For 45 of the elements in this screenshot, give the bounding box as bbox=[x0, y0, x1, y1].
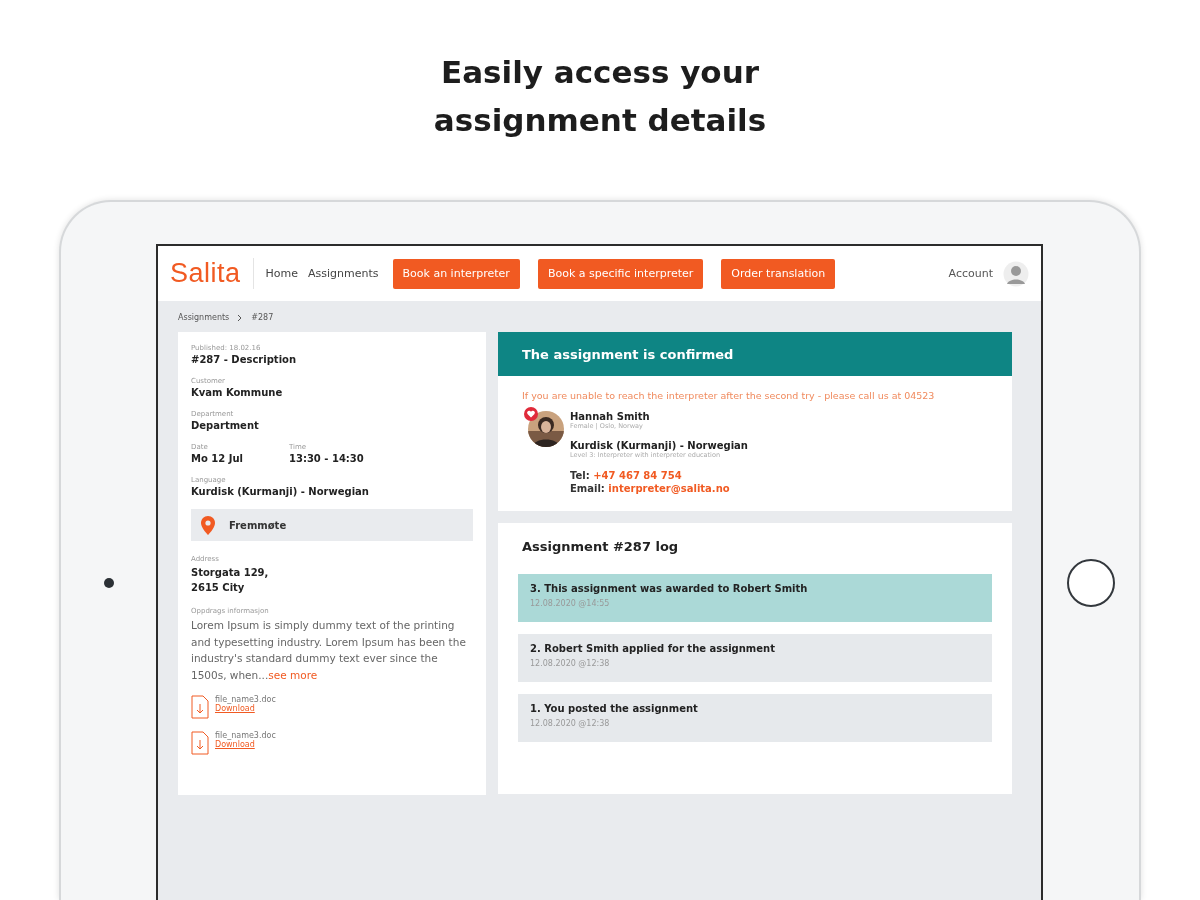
file-download-icon bbox=[191, 731, 209, 755]
field-value: Department bbox=[191, 420, 260, 431]
field-value: Mo 12 Jul bbox=[191, 453, 244, 464]
account-link[interactable]: Account bbox=[948, 267, 993, 280]
chevron-right-icon bbox=[237, 313, 244, 322]
email-label: Email: bbox=[570, 483, 605, 494]
headline: Easily access your assignment details bbox=[432, 53, 768, 140]
phone-link[interactable]: +47 467 84 754 bbox=[593, 470, 682, 481]
download-link[interactable]: Download bbox=[215, 704, 276, 713]
file-download-icon bbox=[191, 695, 209, 719]
language-pair: Kurdisk (Kurmanji) - Norwegian bbox=[570, 440, 749, 451]
avatar-icon[interactable] bbox=[1003, 260, 1029, 287]
file-name: file_name3.doc bbox=[215, 731, 276, 740]
log-entry-date: 12.08.2020 @12:38 bbox=[530, 719, 611, 728]
breadcrumb-item: #287 bbox=[251, 313, 274, 322]
nav-button[interactable]: Book a specific interpreter bbox=[537, 258, 704, 289]
logo[interactable]: Salita bbox=[170, 258, 254, 289]
notice-text: If you are unable to reach the interpreter after the second try - please call us at 04523 bbox=[521, 389, 936, 403]
breadcrumb-item[interactable]: Assignments bbox=[178, 313, 230, 322]
nav-button[interactable]: Order translation bbox=[721, 258, 836, 289]
address-text: Storgata 129, 2615 City bbox=[191, 566, 270, 595]
confirmation-banner: The assignment is confirmed bbox=[498, 332, 1012, 376]
field-value: Kurdisk (Kurmanji) - Norwegian bbox=[191, 486, 370, 497]
camera-icon bbox=[103, 578, 114, 588]
log-entry-date: 12.08.2020 @12:38 bbox=[530, 659, 611, 668]
info-paragraph: Lorem Ipsum is simply dummy text of the printing and typesetting industry. Lorem Ipsum has been the industry's standard dummy text ever since the 1500s, when...see more bbox=[191, 618, 467, 683]
tel-label: Tel: bbox=[570, 470, 590, 481]
nav-link[interactable]: Assignments bbox=[308, 267, 379, 280]
log-entry-text: 1. You posted the assignment bbox=[530, 703, 699, 714]
download-link[interactable]: Download bbox=[215, 740, 276, 749]
field-value: Kvam Kommune bbox=[191, 387, 284, 398]
log-entry-date: 12.08.2020 @14:55 bbox=[530, 599, 611, 608]
nav-button[interactable]: Book an interpreter bbox=[392, 258, 520, 289]
interpreter-name: Hannah Smith bbox=[570, 411, 651, 422]
location-name: Fremmøte bbox=[229, 519, 287, 531]
map-pin-icon bbox=[201, 515, 215, 535]
log-entry-text: 2. Robert Smith applied for the assignment bbox=[530, 643, 776, 654]
email-link[interactable]: interpreter@salita.no bbox=[608, 483, 730, 494]
log-entry-text: 3. This assignment was awarded to Robert Smith bbox=[530, 583, 809, 594]
assignment-title: #287 - Description bbox=[191, 354, 298, 365]
nav-link[interactable]: Home bbox=[265, 267, 299, 280]
log-title: Assignment #287 log bbox=[522, 539, 680, 554]
field-value: 13:30 - 14:30 bbox=[289, 453, 365, 464]
file-name: file_name3.doc bbox=[215, 695, 276, 704]
see-more-link[interactable]: see more bbox=[268, 668, 318, 681]
